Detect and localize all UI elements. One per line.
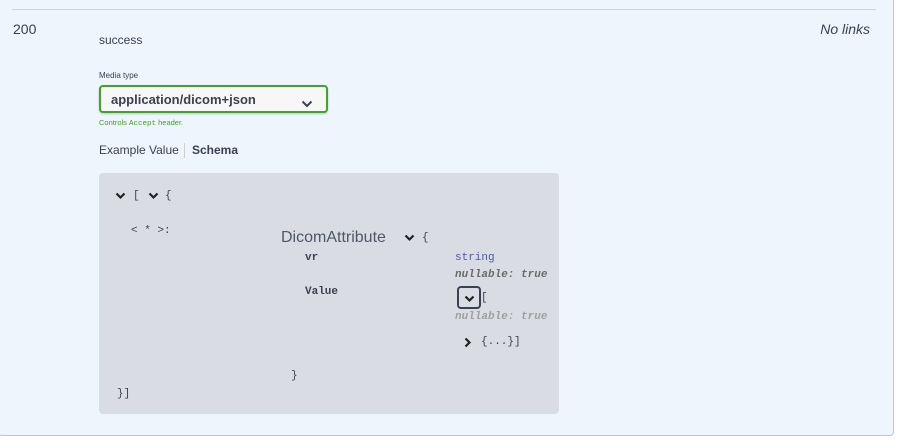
media-type-select[interactable]: application/dicom+json (99, 85, 328, 113)
property-nullable: nullable: true (455, 269, 548, 281)
model-close-brace: } (291, 370, 298, 382)
response-code: 200 (13, 21, 37, 37)
outer-close: }] (117, 388, 131, 400)
chevron-down-icon (464, 295, 475, 307)
media-type-hint: Controls Accept header. (99, 118, 184, 128)
response-links: No links (820, 21, 870, 37)
expand-value-button[interactable] (457, 286, 481, 309)
chevron-down-icon (301, 95, 313, 113)
chevron-down-icon[interactable] (404, 234, 415, 246)
response-description: success (99, 33, 143, 47)
object-open-brace: { (165, 190, 172, 202)
tab-example-value[interactable]: Example Value (99, 143, 179, 157)
property-name: vr (305, 252, 319, 264)
tab-schema[interactable]: Schema (192, 143, 238, 157)
schema-container: [ { < * >: DicomAttribute { vr string nu… (99, 173, 559, 414)
chevron-right-icon[interactable] (464, 337, 472, 352)
additional-properties-key: < * >: (131, 225, 171, 237)
property-type: string (455, 252, 495, 264)
array-open-bracket: [ (133, 190, 140, 202)
tab-separator (184, 143, 185, 158)
chevron-down-icon[interactable] (115, 192, 126, 204)
chevron-down-icon[interactable] (148, 192, 159, 204)
model-open-brace: { (422, 232, 429, 244)
collapsed-item[interactable]: {...}] (481, 336, 521, 348)
model-title[interactable]: DicomAttribute (281, 229, 386, 247)
array-open-bracket: [ (481, 292, 488, 304)
media-type-label: Media type (99, 71, 139, 80)
divider (12, 9, 876, 10)
property-name: Value (305, 286, 339, 298)
property-nullable: nullable: true (455, 311, 548, 323)
media-type-value: application/dicom+json (111, 92, 256, 107)
